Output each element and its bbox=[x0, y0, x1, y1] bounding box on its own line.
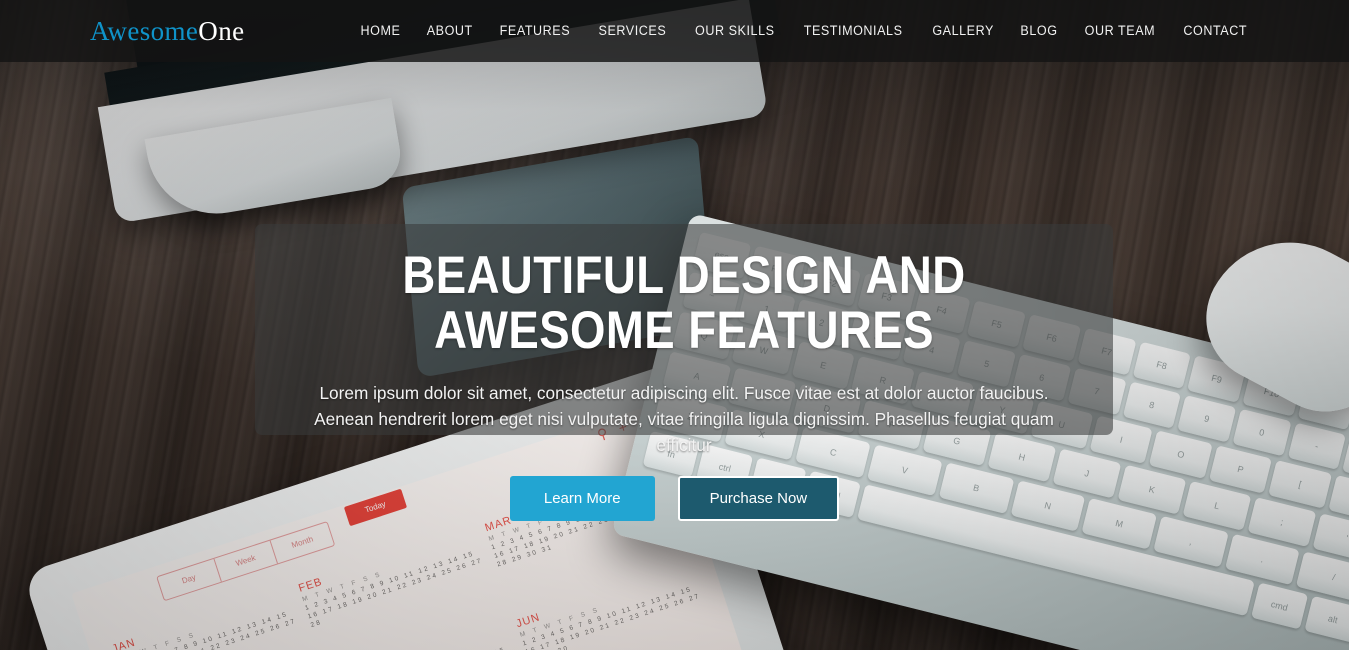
keyboard-key: 8 bbox=[1122, 381, 1182, 429]
nav-item-services-wrapper: SERVICES bbox=[596, 22, 669, 40]
nav-item-our-team-wrapper: OUR TEAM bbox=[1082, 22, 1158, 40]
nav-item-home-wrapper: HOME bbox=[359, 22, 402, 40]
keyboard-key: F8 bbox=[1132, 341, 1192, 390]
nav-item-blog[interactable]: BLOG bbox=[1020, 23, 1057, 38]
hero-heading: BEAUTIFUL DESIGN AND AWESOME FEATURES bbox=[402, 246, 966, 360]
calendar-month: JANM T W T F S S1 2 3 4 5 6 7 8 9 10 11 … bbox=[111, 586, 320, 650]
keyboard-key: alt bbox=[1304, 595, 1349, 643]
site-header: AwesomeOne HOME ABOUT FEATURES SERVICES OUR … bbox=[0, 0, 1349, 62]
calendar-tab-week: Week bbox=[214, 540, 279, 582]
hero-overlay-panel: BEAUTIFUL DESIGN AND AWESOME FEATURES Lo… bbox=[255, 224, 1113, 455]
keyboard-key: 0 bbox=[1232, 408, 1292, 457]
nav-item-features[interactable]: FEATURES bbox=[500, 23, 571, 38]
nav-item-gallery[interactable]: GALLERY bbox=[932, 23, 994, 38]
hero-cta-group: Learn More Purchase Now bbox=[0, 476, 1349, 521]
nav-item-our-skills-wrapper: OUR SKILLS bbox=[692, 22, 778, 40]
hero-section: Day Week Month Today ⚲+ 2015 JANM T W T … bbox=[0, 0, 1349, 650]
nav-item-features-wrapper: FEATURES bbox=[497, 22, 573, 40]
nav-item-home[interactable]: HOME bbox=[360, 23, 400, 38]
logo-text-secondary: One bbox=[198, 15, 245, 46]
nav-item-gallery-wrapper: GALLERY bbox=[930, 22, 996, 40]
nav-item-our-skills[interactable]: OUR SKILLS bbox=[695, 23, 775, 38]
nav-item-about[interactable]: ABOUT bbox=[426, 23, 472, 38]
keyboard-key: cmd bbox=[1250, 582, 1309, 630]
nav-item-contact[interactable]: CONTACT bbox=[1183, 23, 1247, 38]
purchase-now-button[interactable]: Purchase Now bbox=[677, 476, 840, 521]
nav-item-about-wrapper: ABOUT bbox=[425, 22, 475, 40]
learn-more-button[interactable]: Learn More bbox=[509, 476, 655, 521]
nav-item-our-team[interactable]: OUR TEAM bbox=[1084, 23, 1155, 38]
calendar-tab-day: Day bbox=[157, 558, 222, 601]
logo-text-primary: Awesome bbox=[90, 15, 199, 46]
calendar-tab-month: Month bbox=[290, 534, 315, 550]
hero-subheading: Lorem ipsum dolor sit amet, consectetur … bbox=[314, 383, 1054, 455]
nav-item-services[interactable]: SERVICES bbox=[599, 23, 667, 38]
nav-item-blog-wrapper: BLOG bbox=[1019, 22, 1059, 40]
nav-item-testimonials-wrapper: TESTIMONIALS bbox=[800, 22, 906, 40]
keyboard-key: O bbox=[1149, 430, 1213, 479]
keyboard-key: - bbox=[1287, 422, 1347, 470]
nav-item-testimonials[interactable]: TESTIMONIALS bbox=[804, 23, 903, 38]
main-navigation: HOME ABOUT FEATURES SERVICES OUR SKILLS TESTI… bbox=[359, 22, 1249, 40]
nav-item-contact-wrapper: CONTACT bbox=[1181, 22, 1249, 40]
site-logo[interactable]: AwesomeOne bbox=[90, 16, 244, 47]
keyboard-key: 9 bbox=[1177, 395, 1237, 443]
